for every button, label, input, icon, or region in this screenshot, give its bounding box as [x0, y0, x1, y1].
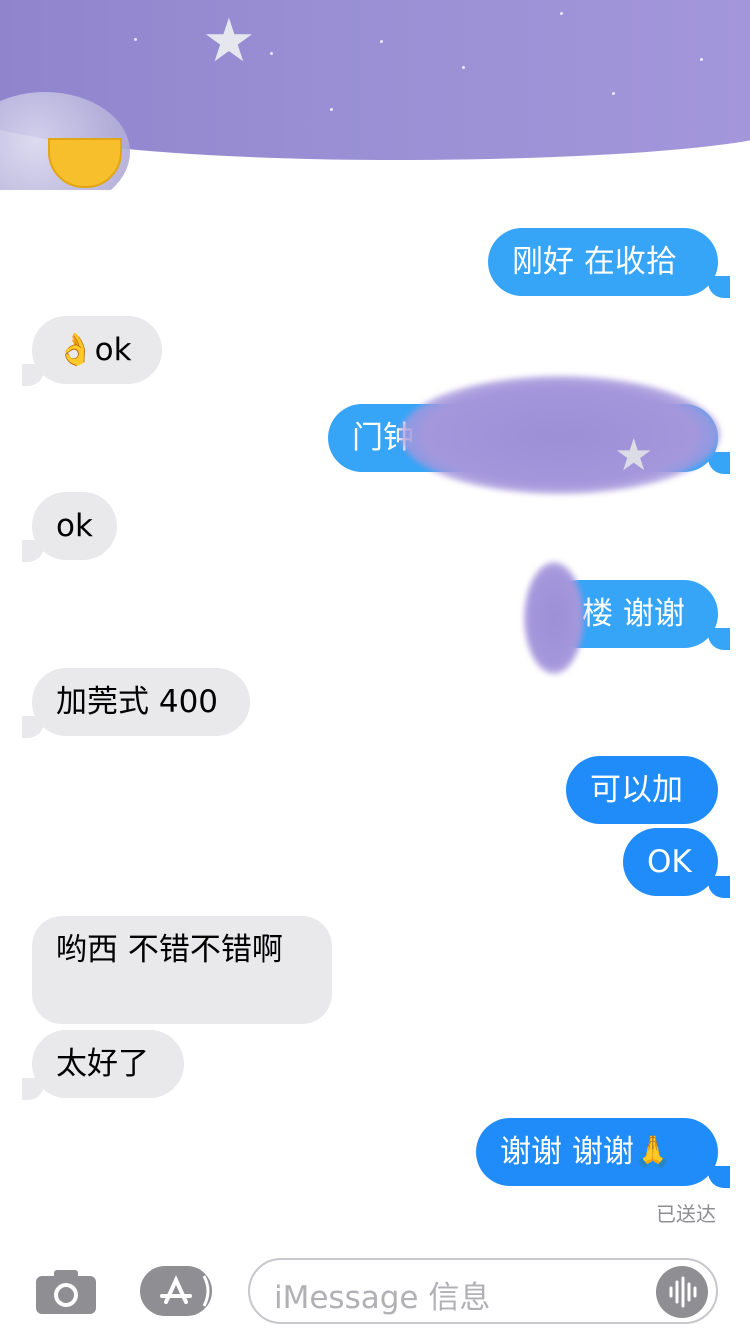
- app-store-button[interactable]: [140, 1266, 212, 1316]
- delivered-status: 已送达: [656, 1202, 716, 1226]
- message-text: ok: [56, 508, 93, 544]
- message-text: 刚好 在收拾: [512, 244, 677, 280]
- message-text: 哟西 不错不错啊: [56, 932, 283, 968]
- star-icon: ★: [202, 6, 256, 76]
- audio-wave-icon[interactable]: [656, 1266, 708, 1318]
- camera-icon[interactable]: [36, 1268, 96, 1314]
- message-text: ok: [94, 332, 132, 368]
- message-bubble-sent[interactable]: 谢谢 谢谢🙏: [476, 1118, 718, 1186]
- input-placeholder: iMessage 信息: [274, 1280, 491, 1316]
- message-text: 楼 谢谢: [582, 596, 685, 632]
- message-bubble-received[interactable]: 哟西 不错不错啊: [32, 916, 332, 1024]
- message-bubble-received[interactable]: ok: [32, 492, 117, 560]
- message-bubble-received[interactable]: 太好了: [32, 1030, 184, 1098]
- message-bubble-sent[interactable]: 可以加: [566, 756, 718, 824]
- redaction-overlay: [400, 376, 720, 494]
- redaction-overlay: [524, 562, 584, 674]
- message-bubble-received[interactable]: 👌ok: [32, 316, 162, 384]
- message-text: 可以加: [590, 772, 683, 808]
- star-icon: ★: [614, 430, 654, 481]
- message-text: 太好了: [56, 1046, 149, 1082]
- pray-emoji: 🙏: [633, 1134, 673, 1170]
- message-bubble-received[interactable]: 加莞式 400: [32, 668, 250, 736]
- message-input[interactable]: iMessage 信息: [248, 1258, 718, 1324]
- app-store-icon: [160, 1275, 210, 1307]
- message-text: 谢谢 谢谢: [500, 1134, 634, 1170]
- message-text: 加莞式 400: [56, 684, 219, 720]
- message-text: OK: [647, 844, 692, 880]
- message-bubble-sent[interactable]: 刚好 在收拾: [488, 228, 718, 296]
- ok-hand-emoji: 👌: [56, 332, 95, 368]
- message-bubble-sent[interactable]: OK: [623, 828, 718, 896]
